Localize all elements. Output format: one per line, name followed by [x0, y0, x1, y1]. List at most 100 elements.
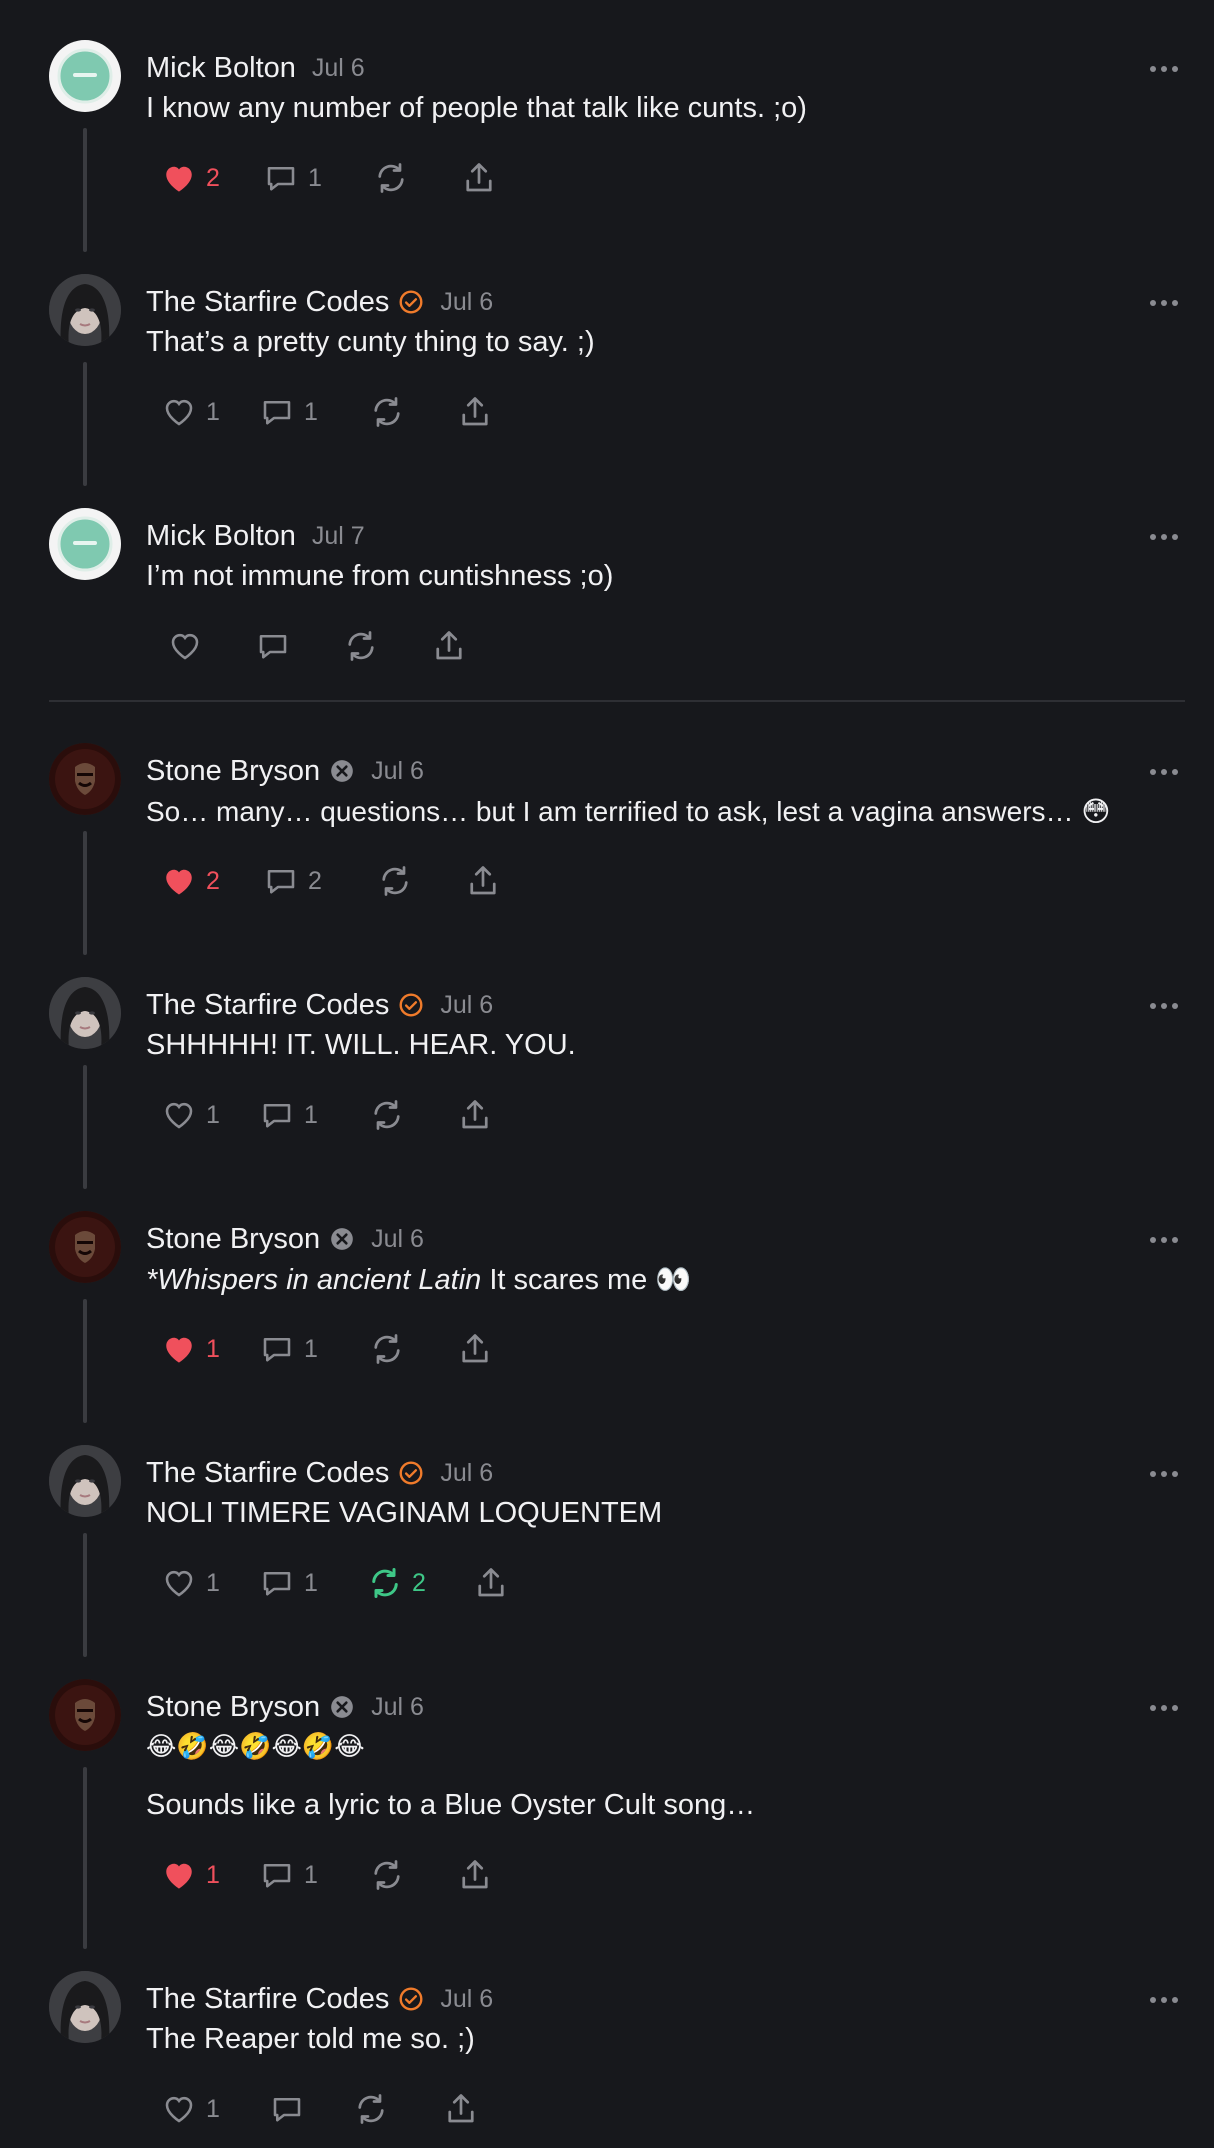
post-header: Mick Bolton Jul 7 [146, 516, 365, 556]
reply-button[interactable]: 1 [258, 1855, 318, 1895]
avatar-stone-bryson[interactable] [49, 1679, 121, 1751]
post-date[interactable]: Jul 6 [371, 1693, 424, 1722]
like-button[interactable]: 1 [160, 1855, 220, 1895]
reply-button[interactable]: 1 [258, 392, 318, 432]
author-name[interactable]: Stone Bryson [146, 1223, 320, 1256]
repost-button[interactable] [368, 392, 406, 432]
share-button[interactable] [456, 392, 494, 432]
more-dots-icon[interactable] [1148, 1467, 1180, 1481]
avatar-the-starfire-codes[interactable] [49, 977, 121, 1049]
reply-button[interactable]: 1 [258, 1329, 318, 1369]
repost-button[interactable] [368, 1329, 406, 1369]
more-dots-icon[interactable] [1148, 765, 1180, 779]
avatar-mick-bolton[interactable] [49, 40, 121, 112]
post-text: Sounds like a lyric to a Blue Oyster Cul… [146, 1789, 756, 1821]
post-actions: 1 1 [160, 1095, 520, 1135]
more-dots-icon[interactable] [1148, 1233, 1180, 1247]
heart-icon [166, 166, 192, 192]
share-button[interactable] [464, 861, 502, 901]
post-date[interactable]: Jul 6 [440, 991, 493, 1020]
like-button[interactable]: 1 [160, 1563, 220, 1603]
author-name[interactable]: The Starfire Codes [146, 1983, 389, 2016]
share-button[interactable] [460, 158, 498, 198]
reply-button[interactable]: 1 [258, 1563, 318, 1603]
author-name[interactable]: The Starfire Codes [146, 286, 389, 319]
reply-button[interactable] [268, 2089, 306, 2129]
post-date[interactable]: Jul 6 [371, 757, 424, 786]
avatar-the-starfire-codes[interactable] [49, 1445, 121, 1517]
heart-icon [165, 2096, 193, 2123]
post-date[interactable]: Jul 7 [312, 522, 365, 551]
post-text: The Reaper told me so. ;) [146, 2023, 475, 2055]
author-name[interactable]: Mick Bolton [146, 52, 296, 85]
post-header: Stone Bryson Jul 6 [146, 751, 424, 791]
like-button[interactable]: 2 [160, 158, 220, 198]
avatar-the-starfire-codes[interactable] [49, 1971, 121, 2043]
more-dots-icon[interactable] [1148, 1993, 1180, 2007]
post-text-italic: *Whispers in ancient Latin [146, 1264, 482, 1296]
share-button[interactable] [456, 1095, 494, 1135]
post-date[interactable]: Jul 6 [440, 288, 493, 317]
post-text: SHHHHH! IT. WILL. HEAR. YOU. [146, 1029, 576, 1061]
more-dots-icon[interactable] [1148, 296, 1180, 310]
post-actions: 1 1 [160, 1329, 520, 1369]
author-name[interactable]: Stone Bryson [146, 755, 320, 788]
post-header: Stone Bryson Jul 6 [146, 1219, 424, 1259]
repost-button[interactable] [368, 1095, 406, 1135]
share-upload-icon [466, 163, 492, 192]
share-button[interactable] [456, 1329, 494, 1369]
share-upload-icon [448, 2094, 474, 2123]
like-count: 1 [206, 1334, 220, 1363]
post-date[interactable]: Jul 6 [440, 1985, 493, 2014]
repost-button[interactable] [352, 2089, 390, 2129]
like-button[interactable]: 1 [160, 392, 220, 432]
more-dots-icon[interactable] [1148, 530, 1180, 544]
repost-arrows-icon [374, 1860, 400, 1890]
like-button[interactable]: 1 [160, 1329, 220, 1369]
speech-bubble-icon [259, 634, 287, 659]
more-dots-icon[interactable] [1148, 62, 1180, 76]
share-button[interactable] [456, 1855, 494, 1895]
repost-button[interactable] [372, 158, 410, 198]
repost-button[interactable] [376, 861, 414, 901]
muted-badge-icon [331, 1228, 353, 1250]
author-name[interactable]: Stone Bryson [146, 1691, 320, 1724]
share-upload-icon [436, 631, 462, 660]
author-name[interactable]: Mick Bolton [146, 520, 296, 553]
like-button[interactable]: 1 [160, 2089, 220, 2129]
repost-button[interactable] [368, 1855, 406, 1895]
thread-view: Mick Bolton Jul 6 I know any number of p… [0, 0, 1214, 2148]
author-name[interactable]: The Starfire Codes [146, 989, 389, 1022]
more-dots-icon[interactable] [1148, 999, 1180, 1013]
repost-button[interactable]: 2 [366, 1563, 426, 1603]
share-button[interactable] [472, 1563, 510, 1603]
avatar-stone-bryson[interactable] [49, 743, 121, 815]
author-name[interactable]: The Starfire Codes [146, 1457, 389, 1490]
like-count: 1 [206, 1568, 220, 1597]
like-button[interactable]: 2 [160, 861, 220, 901]
post-date[interactable]: Jul 6 [440, 1459, 493, 1488]
post-date[interactable]: Jul 6 [371, 1225, 424, 1254]
share-button[interactable] [430, 626, 468, 666]
repost-arrows-icon [374, 397, 400, 427]
reply-button[interactable]: 1 [262, 158, 322, 198]
share-upload-icon [478, 1568, 504, 1597]
post-text: So… many… questions… but I am terrified … [146, 796, 1111, 827]
reply-button[interactable]: 2 [262, 861, 322, 901]
like-button[interactable] [166, 626, 204, 666]
share-button[interactable] [442, 2089, 480, 2129]
share-upload-icon [462, 1334, 488, 1363]
post-date[interactable]: Jul 6 [312, 54, 365, 83]
more-dots-icon[interactable] [1148, 1701, 1180, 1715]
reply-count: 2 [308, 866, 322, 895]
verified-icon [399, 993, 423, 1017]
like-button[interactable]: 1 [160, 1095, 220, 1135]
repost-button[interactable] [342, 626, 380, 666]
avatar-mick-bolton[interactable] [49, 508, 121, 580]
repost-arrows-icon [382, 866, 408, 896]
reply-button[interactable] [254, 626, 292, 666]
avatar-the-starfire-codes[interactable] [49, 274, 121, 346]
heart-icon [165, 1102, 193, 1129]
avatar-stone-bryson[interactable] [49, 1211, 121, 1283]
reply-button[interactable]: 1 [258, 1095, 318, 1135]
